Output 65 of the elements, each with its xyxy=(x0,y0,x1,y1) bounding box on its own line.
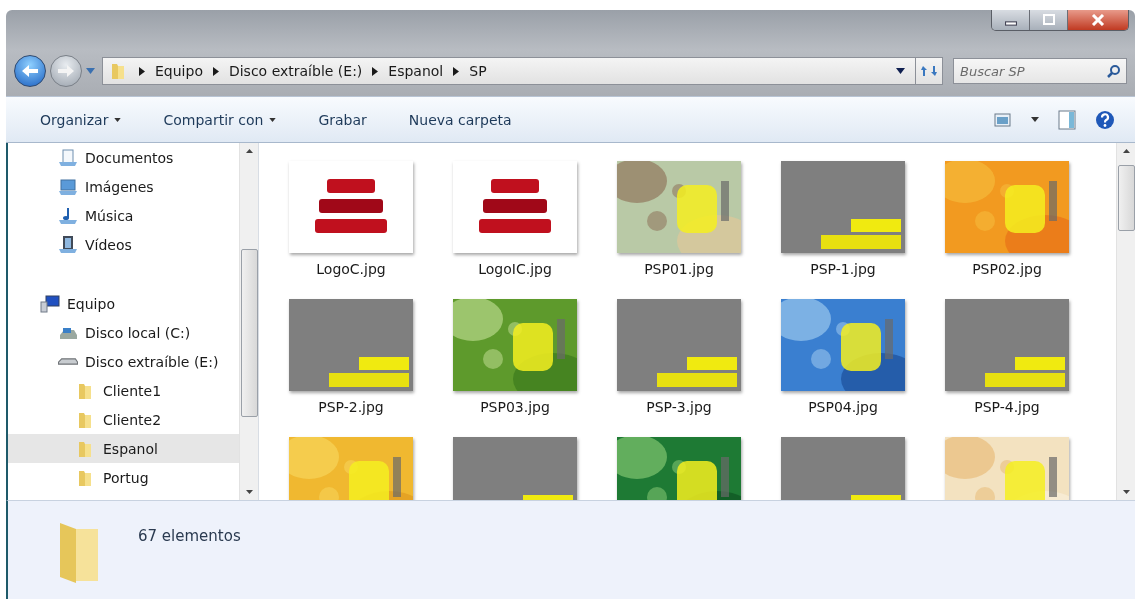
caret-icon xyxy=(269,117,277,122)
toolbar-button[interactable]: Compartir con xyxy=(159,108,281,131)
history-dropdown-button[interactable] xyxy=(86,66,98,76)
breadcrumb[interactable]: Espanol xyxy=(388,63,444,79)
nav-item[interactable]: Equipo xyxy=(8,289,239,318)
minimize-icon xyxy=(1004,20,1017,26)
chevron-icon[interactable] xyxy=(453,66,460,76)
file-name[interactable]: PSP-3.jpg xyxy=(646,399,712,415)
back-button[interactable] xyxy=(14,55,46,87)
nav-item[interactable]: Vídeos xyxy=(8,230,239,259)
toolbar-button[interactable]: Grabar xyxy=(314,108,371,131)
minimize-button[interactable] xyxy=(992,10,1030,30)
nav-item[interactable]: Disco extraíble (E:) xyxy=(8,347,239,376)
nav-item[interactable]: Espanol xyxy=(8,434,239,463)
file-name[interactable]: PSP02.jpg xyxy=(972,261,1042,277)
nav-item[interactable]: Disco local (C:) xyxy=(8,318,239,347)
videos-icon xyxy=(58,234,78,255)
scroll-thumb[interactable] xyxy=(1117,165,1135,231)
item-count: 67 elementos xyxy=(138,527,241,545)
drive-icon xyxy=(58,358,78,365)
breadcrumb[interactable]: Disco extraíble (E:) xyxy=(228,63,363,79)
breadcrumb[interactable]: Equipo xyxy=(155,63,203,79)
file-name[interactable]: PSP03.jpg xyxy=(480,399,550,415)
nav-item[interactable]: Cliente1 xyxy=(8,376,239,405)
maximize-button[interactable] xyxy=(1030,10,1068,30)
forward-button[interactable] xyxy=(50,55,82,87)
nav-item[interactable]: Música xyxy=(8,201,239,230)
scrollbar[interactable] xyxy=(1116,143,1135,500)
search-icon xyxy=(1107,64,1121,78)
file-name[interactable]: PSP-4.jpg xyxy=(974,399,1040,415)
file-name[interactable]: PSP-2.jpg xyxy=(318,399,384,415)
documents-icon xyxy=(58,147,78,168)
caret-icon xyxy=(1031,117,1039,122)
scroll-thumb[interactable] xyxy=(240,249,258,417)
nav-item[interactable]: Portug xyxy=(8,463,239,492)
toolbar-button[interactable]: Nueva carpeta xyxy=(404,108,516,131)
address-bar[interactable]: Equipo Disco extraíble (E:) Espanol SP xyxy=(102,57,916,85)
file-name[interactable]: LogoC.jpg xyxy=(316,261,386,277)
nav-item[interactable]: Imágenes xyxy=(8,172,239,201)
close-button[interactable] xyxy=(1068,10,1128,30)
forward-arrow-icon xyxy=(57,64,75,78)
file-name[interactable]: PSP01.jpg xyxy=(644,261,714,277)
maximize-icon xyxy=(1041,14,1056,26)
file-name[interactable]: PSP04.jpg xyxy=(808,399,878,415)
pictures-icon xyxy=(58,176,78,197)
breadcrumb[interactable]: SP xyxy=(469,63,487,79)
help-icon[interactable] xyxy=(1095,109,1115,130)
nav-item[interactable]: Documentos xyxy=(8,143,239,172)
toolbar-button[interactable]: Organizar xyxy=(36,108,126,131)
caret-icon xyxy=(114,117,122,122)
chevron-icon[interactable] xyxy=(372,66,379,76)
scrollbar[interactable] xyxy=(239,143,258,500)
nav-item[interactable]: Cliente2 xyxy=(8,405,239,434)
chevron-icon[interactable] xyxy=(212,66,219,76)
refresh-button[interactable] xyxy=(915,57,943,85)
view-dropdown-button[interactable] xyxy=(1031,117,1039,122)
computer-icon xyxy=(40,293,60,314)
music-icon xyxy=(58,205,78,226)
search-field[interactable]: Buscar SP xyxy=(953,58,1127,84)
file-name[interactable]: PSP-1.jpg xyxy=(810,261,876,277)
refresh-icon xyxy=(921,64,937,78)
close-icon xyxy=(1091,14,1105,26)
chevron-icon[interactable] xyxy=(139,66,145,76)
file-name[interactable]: LogoIC.jpg xyxy=(478,261,552,277)
back-arrow-icon xyxy=(21,64,39,78)
